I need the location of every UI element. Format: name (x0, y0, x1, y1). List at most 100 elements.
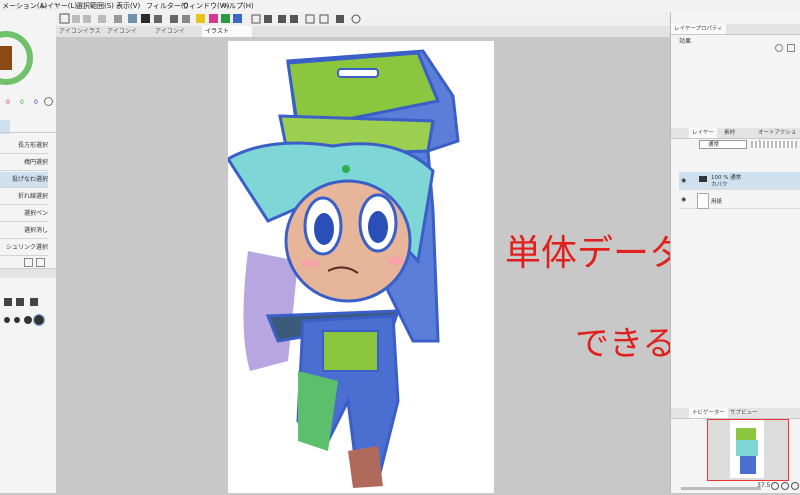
tab-layer-property[interactable]: レイヤープロパティ (671, 24, 726, 34)
scale-icon (290, 15, 298, 23)
color-icon-2 (221, 14, 230, 23)
tool-ellipse-select[interactable]: 楕円選択 (0, 155, 48, 171)
option-icon-3[interactable] (30, 298, 38, 306)
pupil-right (368, 211, 388, 243)
menu-help[interactable]: ヘルプ(H) (222, 1, 254, 11)
navigator-canvas (730, 420, 764, 478)
tab-icon-illust[interactable]: アイコンイラスト (56, 26, 104, 46)
crop-icon (114, 15, 122, 23)
redo-icon (83, 15, 91, 23)
tool-lasso-select[interactable]: 投げなわ選択 (0, 172, 48, 188)
color-icon-1 (209, 14, 218, 23)
tool-polyline-select[interactable]: 折れ線選択 (0, 189, 48, 205)
effect-label: 効果 (679, 38, 692, 45)
tab-auto-action[interactable]: オートアクション (755, 128, 800, 146)
undo-icon (72, 15, 80, 23)
tab-subview[interactable]: サブビュー (727, 408, 761, 418)
handwritten-annotation: 単体データが できる！ (505, 233, 670, 364)
layer-tabs: レイヤー 素材 オートアクション (671, 128, 800, 146)
nav-hat (736, 428, 756, 440)
command-bar (56, 12, 670, 27)
right-panel: レイヤープロパティ 効果 レイヤー 素材 オートアクション 通常 ◉ 100 %… (670, 12, 800, 493)
tool-rect-select[interactable]: 長方形選択 (0, 138, 48, 154)
color-wheel[interactable] (0, 28, 34, 88)
menu-selection[interactable]: 選択範囲(S) (76, 1, 114, 11)
clear-icon (98, 15, 106, 23)
add-subtool-icon[interactable] (24, 258, 33, 267)
hat-slit (337, 68, 379, 78)
tab-layer[interactable]: レイヤー (689, 128, 717, 138)
zoom-icon (59, 13, 70, 24)
zoom-in-icon[interactable] (781, 482, 789, 490)
tool-selection-eraser[interactable]: 選択消し (0, 223, 48, 239)
ribbon (322, 330, 379, 372)
tab-icon-illust-2[interactable]: アイコンイラ..8/25 (104, 26, 152, 46)
color-value-row: 0 0 0 (2, 97, 53, 107)
layer-thumbnail (697, 193, 709, 209)
ruler-icon (319, 14, 329, 24)
menu-view[interactable]: 表示(V) (116, 1, 140, 11)
selection-icon (251, 14, 261, 24)
option-icon-1[interactable] (4, 298, 12, 306)
brush-size-1[interactable] (4, 317, 10, 323)
blush-left (302, 259, 318, 267)
tool-shrink-select[interactable]: シュリンク選択 (0, 240, 48, 256)
annotation-line-1: 単体データが (505, 233, 670, 274)
tab-navigator[interactable]: ナビゲーター (689, 408, 729, 418)
option-icon-2[interactable] (16, 298, 24, 306)
eye-icon[interactable]: ◉ (681, 177, 686, 184)
tool-property-tabs[interactable] (0, 268, 56, 278)
blend-mode-select[interactable]: 通常 (699, 140, 747, 149)
layer-row-paper[interactable]: ◉ 用紙 (679, 191, 800, 209)
layer-row-folder[interactable]: ◉ 100 % 通常 カバク (679, 172, 800, 190)
tab-material[interactable]: 素材 (721, 128, 738, 138)
effect-option-2[interactable] (787, 44, 795, 52)
command-icons (59, 13, 361, 24)
blush-right (388, 257, 404, 265)
brush-size-2[interactable] (14, 317, 20, 323)
hat-gem (342, 165, 350, 173)
color-value-b: 0 (34, 99, 38, 106)
nav-hair (736, 440, 758, 456)
zoom-out-icon[interactable] (771, 482, 779, 490)
navigator-preview[interactable] (707, 419, 789, 481)
smile-icon (196, 14, 205, 23)
brush-size-3[interactable] (24, 316, 32, 324)
color-value-g: 0 (20, 99, 24, 106)
rotate-icon (264, 15, 272, 23)
eye-icon[interactable]: ◉ (681, 196, 686, 203)
leg-left (298, 371, 338, 451)
layer-paper-name: 用紙 (711, 199, 723, 205)
transform-icon (170, 15, 178, 23)
color-settings-icon[interactable] (44, 97, 53, 106)
zoom-value: 37.5 (757, 482, 771, 489)
effect-option-1[interactable] (775, 44, 783, 52)
zoom-fit-icon[interactable] (791, 482, 799, 490)
grid-lines-icon (305, 14, 315, 24)
printer-icon (154, 15, 162, 23)
canvas[interactable] (225, 41, 494, 493)
fill-icon (182, 15, 190, 23)
nav-body (740, 456, 756, 474)
checker-icon (336, 15, 344, 23)
brush-size-4[interactable] (33, 314, 45, 326)
layer-folder-sub: カバク (711, 182, 728, 188)
tool-panel: 0 0 0 長方形選択 楕円選択 投げなわ選択 折れ線選択 選択ペン 選択消し … (0, 12, 57, 493)
navigator-tabs: ナビゲーター サブビュー (671, 408, 800, 419)
color-value-r: 0 (6, 99, 10, 106)
divider (0, 132, 56, 133)
hair-back (243, 251, 298, 371)
flip-icon (278, 15, 286, 23)
character-illustration (225, 49, 460, 488)
tab-icon-illust-3[interactable]: アイコンイラ..8/25 (152, 26, 202, 46)
folder-icon (699, 176, 707, 182)
menu-layer[interactable]: レイヤー(L) (40, 1, 77, 11)
opacity-slider[interactable] (751, 141, 797, 148)
brush-size-row (0, 314, 48, 326)
color-icon-3 (233, 14, 242, 23)
delete-subtool-icon[interactable] (36, 258, 45, 267)
settings-icon (351, 14, 361, 24)
tool-selection-pen[interactable]: 選択ペン (0, 206, 48, 222)
zoom-slider[interactable] (681, 487, 761, 490)
tab-illust[interactable]: イラスト (202, 26, 252, 37)
